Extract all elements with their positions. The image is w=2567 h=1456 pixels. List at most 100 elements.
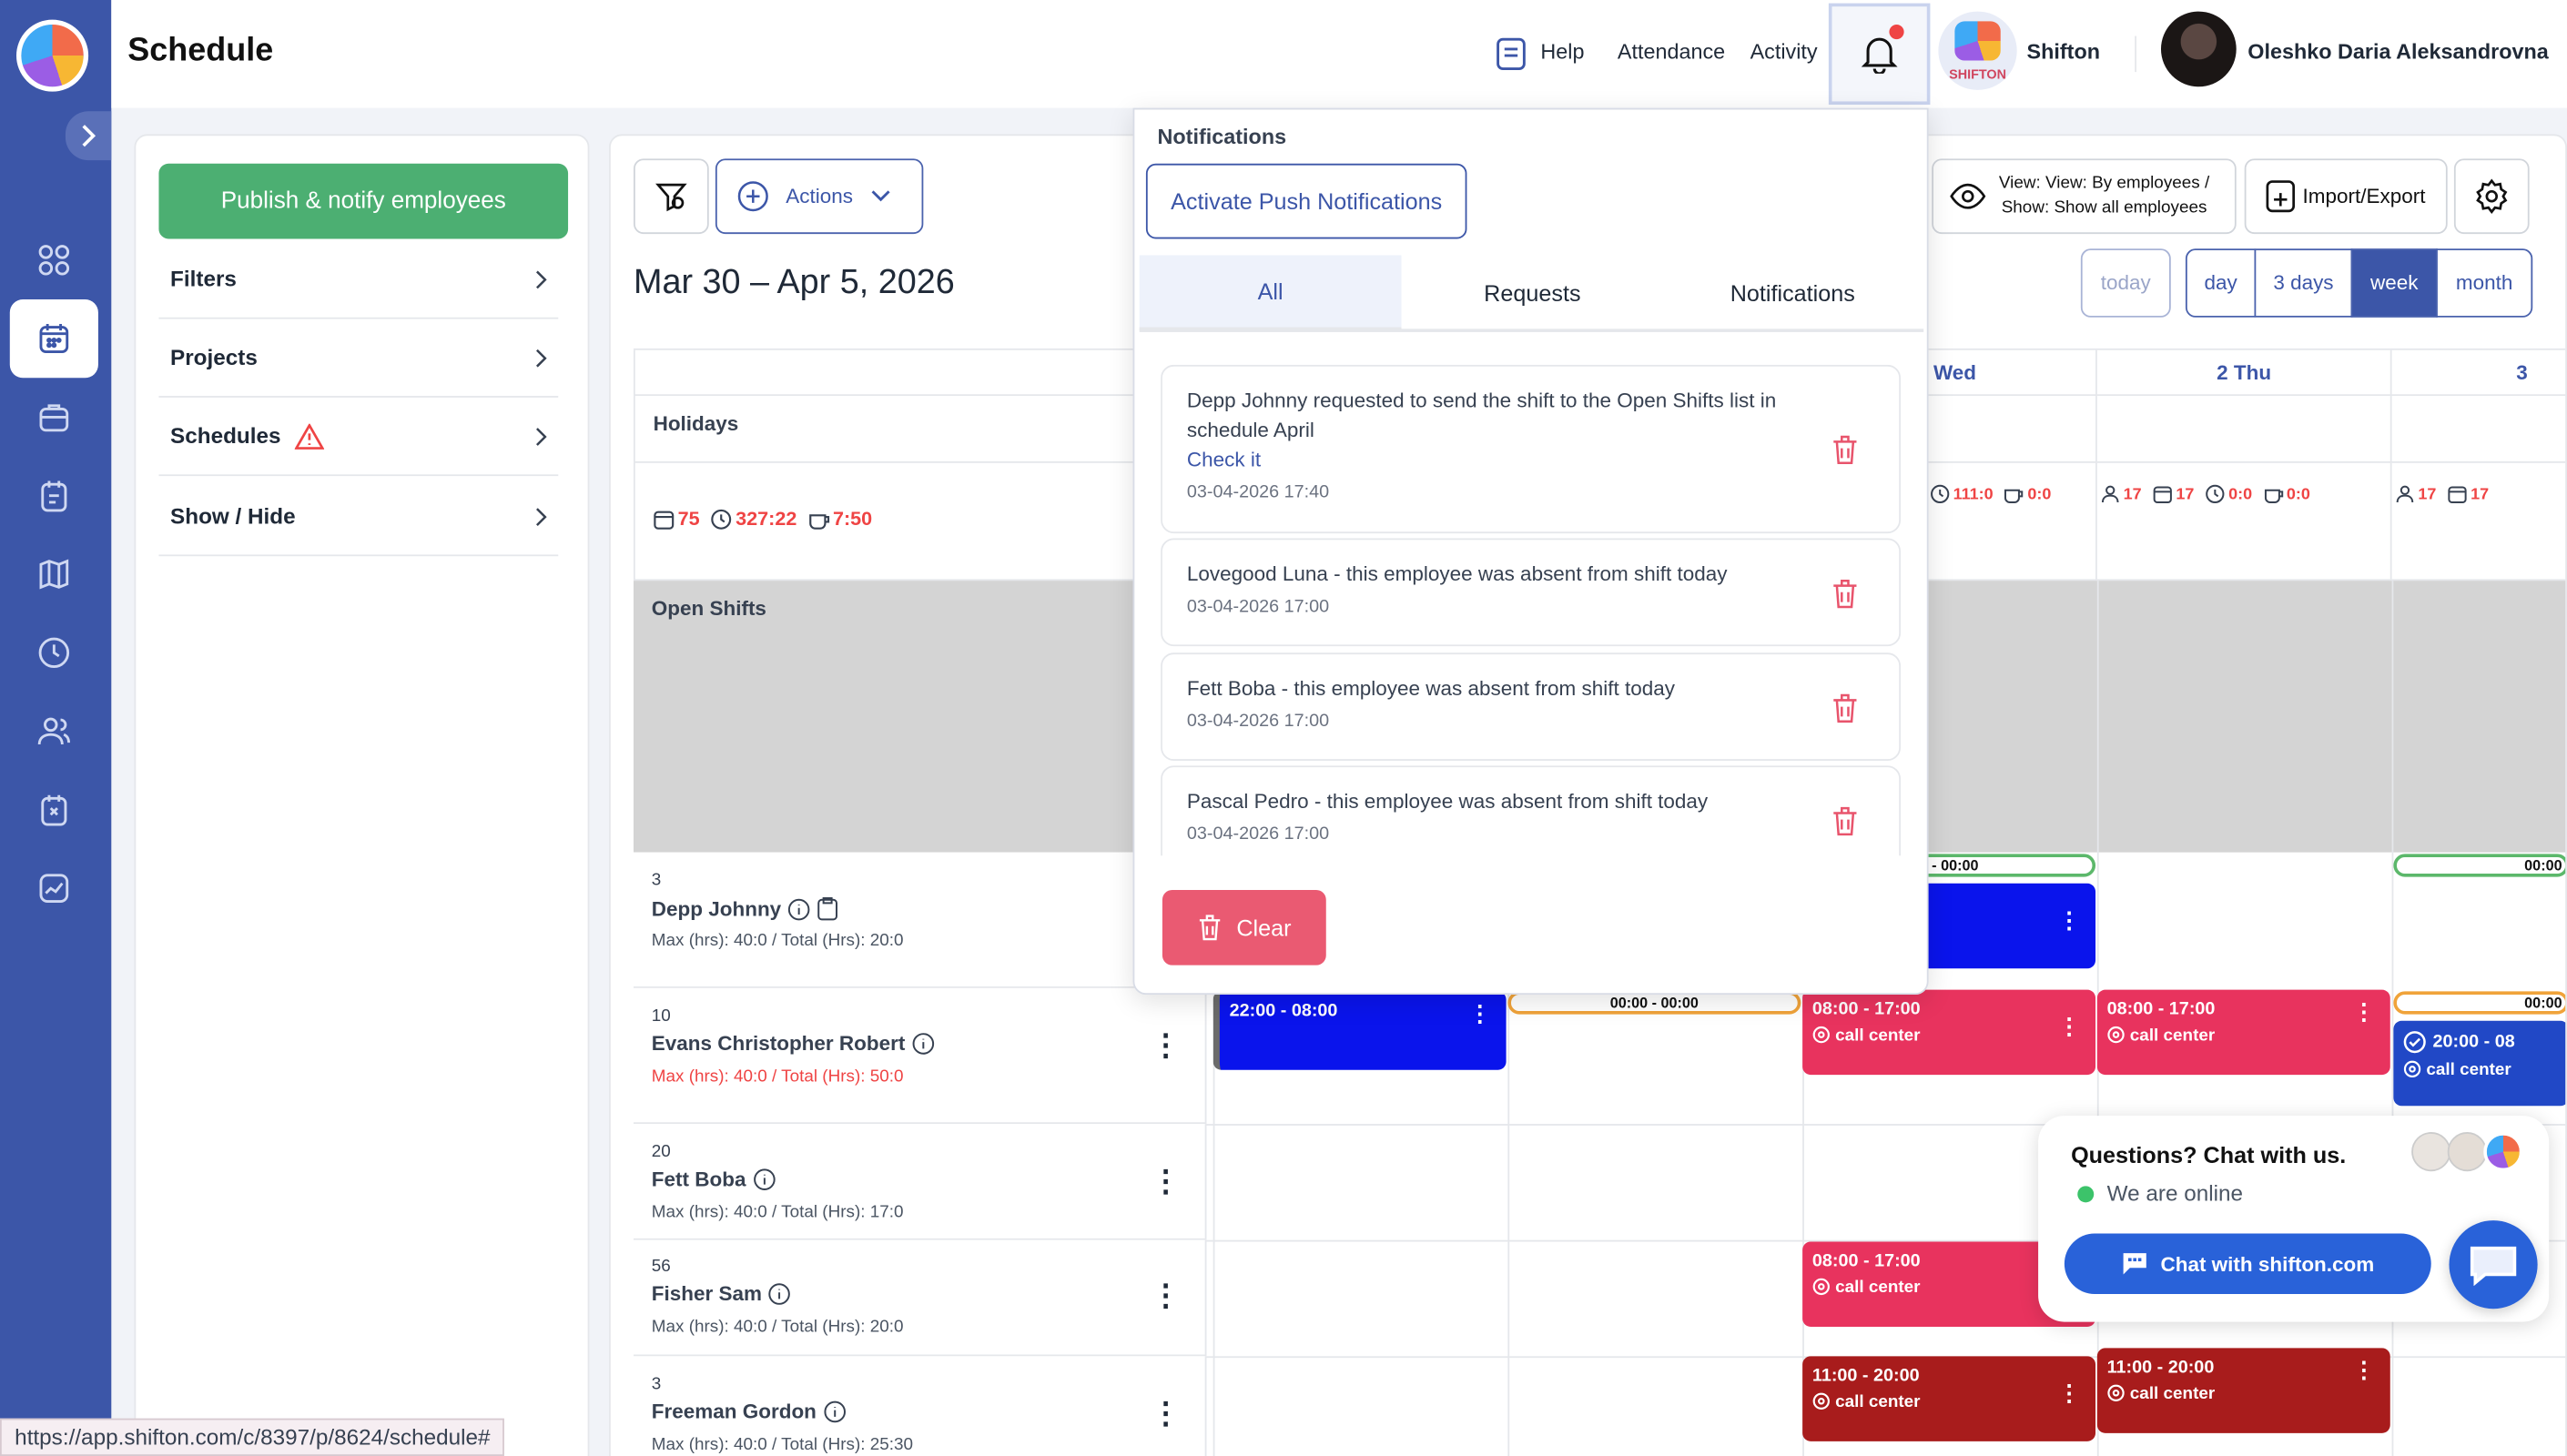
info-icon[interactable] — [823, 1400, 846, 1423]
employee-name[interactable]: Fisher Sam — [652, 1282, 762, 1305]
user-name[interactable]: Oleshko Daria Aleksandrovna — [2247, 39, 2548, 64]
view-settings-button[interactable]: View: View: By employees / Show: Show al… — [1932, 158, 2237, 235]
attendance-link[interactable]: Attendance — [1618, 39, 1725, 64]
shift-block[interactable]: 22:00 - 08:00 ⋮ — [1212, 991, 1507, 1070]
shift-block[interactable]: 11:00 - 20:00 call center ⋮ — [1802, 1356, 2096, 1441]
sidebar-item-tasks[interactable] — [10, 457, 98, 535]
shift-block[interactable]: 11:00 - 20:00 call center ⋮ — [2096, 1348, 2390, 1433]
employee-row[interactable]: 20 Fett Boba Max (hrs): 40:0 / Total (Hr… — [634, 1124, 1207, 1240]
info-icon[interactable] — [753, 1168, 776, 1191]
shift-menu-icon[interactable]: ⋮ — [1468, 1001, 1491, 1024]
chat-launcher-button[interactable] — [2449, 1220, 2538, 1309]
publish-notify-button[interactable]: Publish & notify employees — [158, 163, 569, 239]
shift-menu-icon[interactable]: ⋮ — [2352, 1358, 2375, 1380]
expand-sidebar-button[interactable] — [65, 111, 112, 161]
filter-button[interactable] — [634, 158, 709, 235]
employee-name[interactable]: Freeman Gordon — [652, 1400, 817, 1423]
row-menu-button[interactable]: ⋮ — [1151, 1031, 1180, 1060]
employee-number: 20 — [651, 1141, 671, 1162]
shift-pill[interactable]: 00:00 — [2393, 991, 2566, 1015]
shift-block[interactable]: 08:00 - 17:00 call center ⋮ — [2096, 989, 2390, 1076]
employee-name-group: Freeman Gordon — [652, 1400, 847, 1423]
shift-pill[interactable]: 00:00 - 00:00 — [1507, 991, 1801, 1015]
check-it-link[interactable]: Check it — [1187, 445, 1825, 474]
view-3days-button[interactable]: 3 days — [2254, 248, 2353, 318]
day-label: 2 Thu — [2217, 361, 2272, 385]
sidebar-item-employees[interactable] — [10, 692, 98, 770]
tab-notifications[interactable]: Notifications — [1661, 255, 1923, 330]
notification-item[interactable]: Pascal Pedro - this employee was absent … — [1161, 765, 1902, 856]
trash-icon[interactable] — [1831, 804, 1860, 837]
help-link[interactable]: Help — [1540, 39, 1584, 64]
schedules-row[interactable]: Schedules — [158, 398, 559, 477]
notification-content: Depp Johnny requested to send the shift … — [1187, 386, 1825, 507]
employee-row[interactable]: 3 Depp Johnny Max (hrs): 40:0 / Total (H… — [634, 852, 1207, 988]
today-button[interactable]: today — [2080, 248, 2171, 318]
projects-row[interactable]: Projects — [158, 319, 559, 398]
row-menu-button[interactable]: ⋮ — [1151, 1399, 1180, 1428]
shift-block[interactable]: 20:00 - 08 call center — [2393, 1020, 2566, 1107]
sidebar-item-map[interactable] — [10, 535, 98, 613]
employee-row[interactable]: 10 Evans Christopher Robert Max (hrs): 4… — [634, 987, 1207, 1125]
sidebar-item-dashboard[interactable] — [10, 221, 98, 299]
cup-icon — [2004, 489, 2024, 504]
company-logo[interactable]: SHIFTON — [1938, 11, 2017, 90]
employee-hours: Max (hrs): 40:0 / Total (Hrs): 20:0 — [651, 930, 904, 951]
employee-row[interactable]: 56 Fisher Sam Max (hrs): 40:0 / Total (H… — [634, 1239, 1207, 1357]
notification-item[interactable]: Lovegood Luna - this employee was absent… — [1161, 538, 1902, 647]
shift-pill[interactable]: 00:00 — [2393, 854, 2566, 877]
sidebar-item-projects[interactable] — [10, 378, 98, 456]
app-logo[interactable] — [15, 19, 89, 92]
notification-content: Fett Boba - this employee was absent fro… — [1187, 674, 1825, 736]
stat-breaks: 0:0 — [2004, 484, 2051, 504]
sidebar-item-absences[interactable] — [10, 771, 98, 849]
shift-menu-icon[interactable]: ⋮ — [2352, 999, 2375, 1022]
clipboard-icon[interactable] — [817, 896, 838, 921]
employee-name[interactable]: Depp Johnny — [652, 897, 781, 920]
employee-name[interactable]: Evans Christopher Robert — [652, 1032, 906, 1055]
sidebar-item-time-tracking[interactable] — [10, 613, 98, 692]
info-icon[interactable] — [912, 1032, 935, 1055]
row-menu-button[interactable]: ⋮ — [1151, 1281, 1180, 1310]
notification-item[interactable]: Depp Johnny requested to send the shift … — [1161, 364, 1902, 534]
tab-all[interactable]: All — [1139, 255, 1402, 331]
actions-dropdown[interactable]: Actions — [715, 158, 924, 235]
shift-menu-icon[interactable]: ⋮ — [2058, 1380, 2081, 1403]
show-hide-row[interactable]: Show / Hide — [158, 478, 559, 557]
row-menu-button[interactable]: ⋮ — [1151, 1167, 1180, 1196]
settings-button[interactable] — [2453, 158, 2530, 235]
notification-item[interactable]: Fett Boba - this employee was absent fro… — [1161, 652, 1902, 761]
filters-row[interactable]: Filters — [158, 240, 559, 319]
view-month-button[interactable]: month — [2436, 248, 2533, 318]
info-icon[interactable] — [768, 1282, 791, 1305]
trash-icon[interactable] — [1831, 433, 1860, 466]
clock-icon — [1931, 484, 1950, 504]
clock-icon — [2206, 484, 2225, 504]
tab-requests[interactable]: Requests — [1401, 255, 1663, 330]
sidebar-item-schedule[interactable] — [9, 298, 98, 379]
view-week-button[interactable]: week — [2350, 248, 2438, 318]
chat-open-button[interactable]: Chat with shifton.com — [2064, 1233, 2431, 1295]
sidebar-item-reports[interactable] — [10, 849, 98, 927]
clear-notifications-button[interactable]: Clear — [1162, 889, 1326, 966]
shift-menu-icon[interactable]: ⋮ — [2058, 908, 2081, 931]
employee-name-group: Fett Boba — [652, 1168, 776, 1191]
employee-name[interactable]: Fett Boba — [652, 1168, 746, 1191]
info-icon[interactable] — [787, 897, 810, 920]
notifications-button[interactable] — [1828, 3, 1931, 106]
shift-menu-icon[interactable]: ⋮ — [2058, 1015, 2081, 1037]
shift-location: call center — [1812, 1026, 2085, 1046]
trash-icon[interactable] — [1831, 692, 1860, 724]
location-label: call center — [1835, 1026, 1921, 1046]
view-day-button[interactable]: day — [2185, 248, 2257, 318]
top-header: Schedule Help Attendance Activity SHIFTO… — [111, 0, 2567, 108]
shift-block[interactable]: 08:00 - 17:00 call center ⋮ — [1802, 989, 2096, 1076]
activity-link[interactable]: Activity — [1750, 39, 1818, 64]
user-avatar[interactable] — [2160, 11, 2237, 87]
trash-icon[interactable] — [1831, 578, 1860, 611]
import-export-button[interactable]: Import/Export — [2244, 158, 2448, 235]
company-name[interactable]: Shifton — [2027, 39, 2101, 64]
location-label: call center — [1835, 1391, 1921, 1412]
employee-row[interactable]: 3 Freeman Gordon Max (hrs): 40:0 / Total… — [634, 1356, 1207, 1456]
activate-push-button[interactable]: Activate Push Notifications — [1145, 163, 1467, 239]
